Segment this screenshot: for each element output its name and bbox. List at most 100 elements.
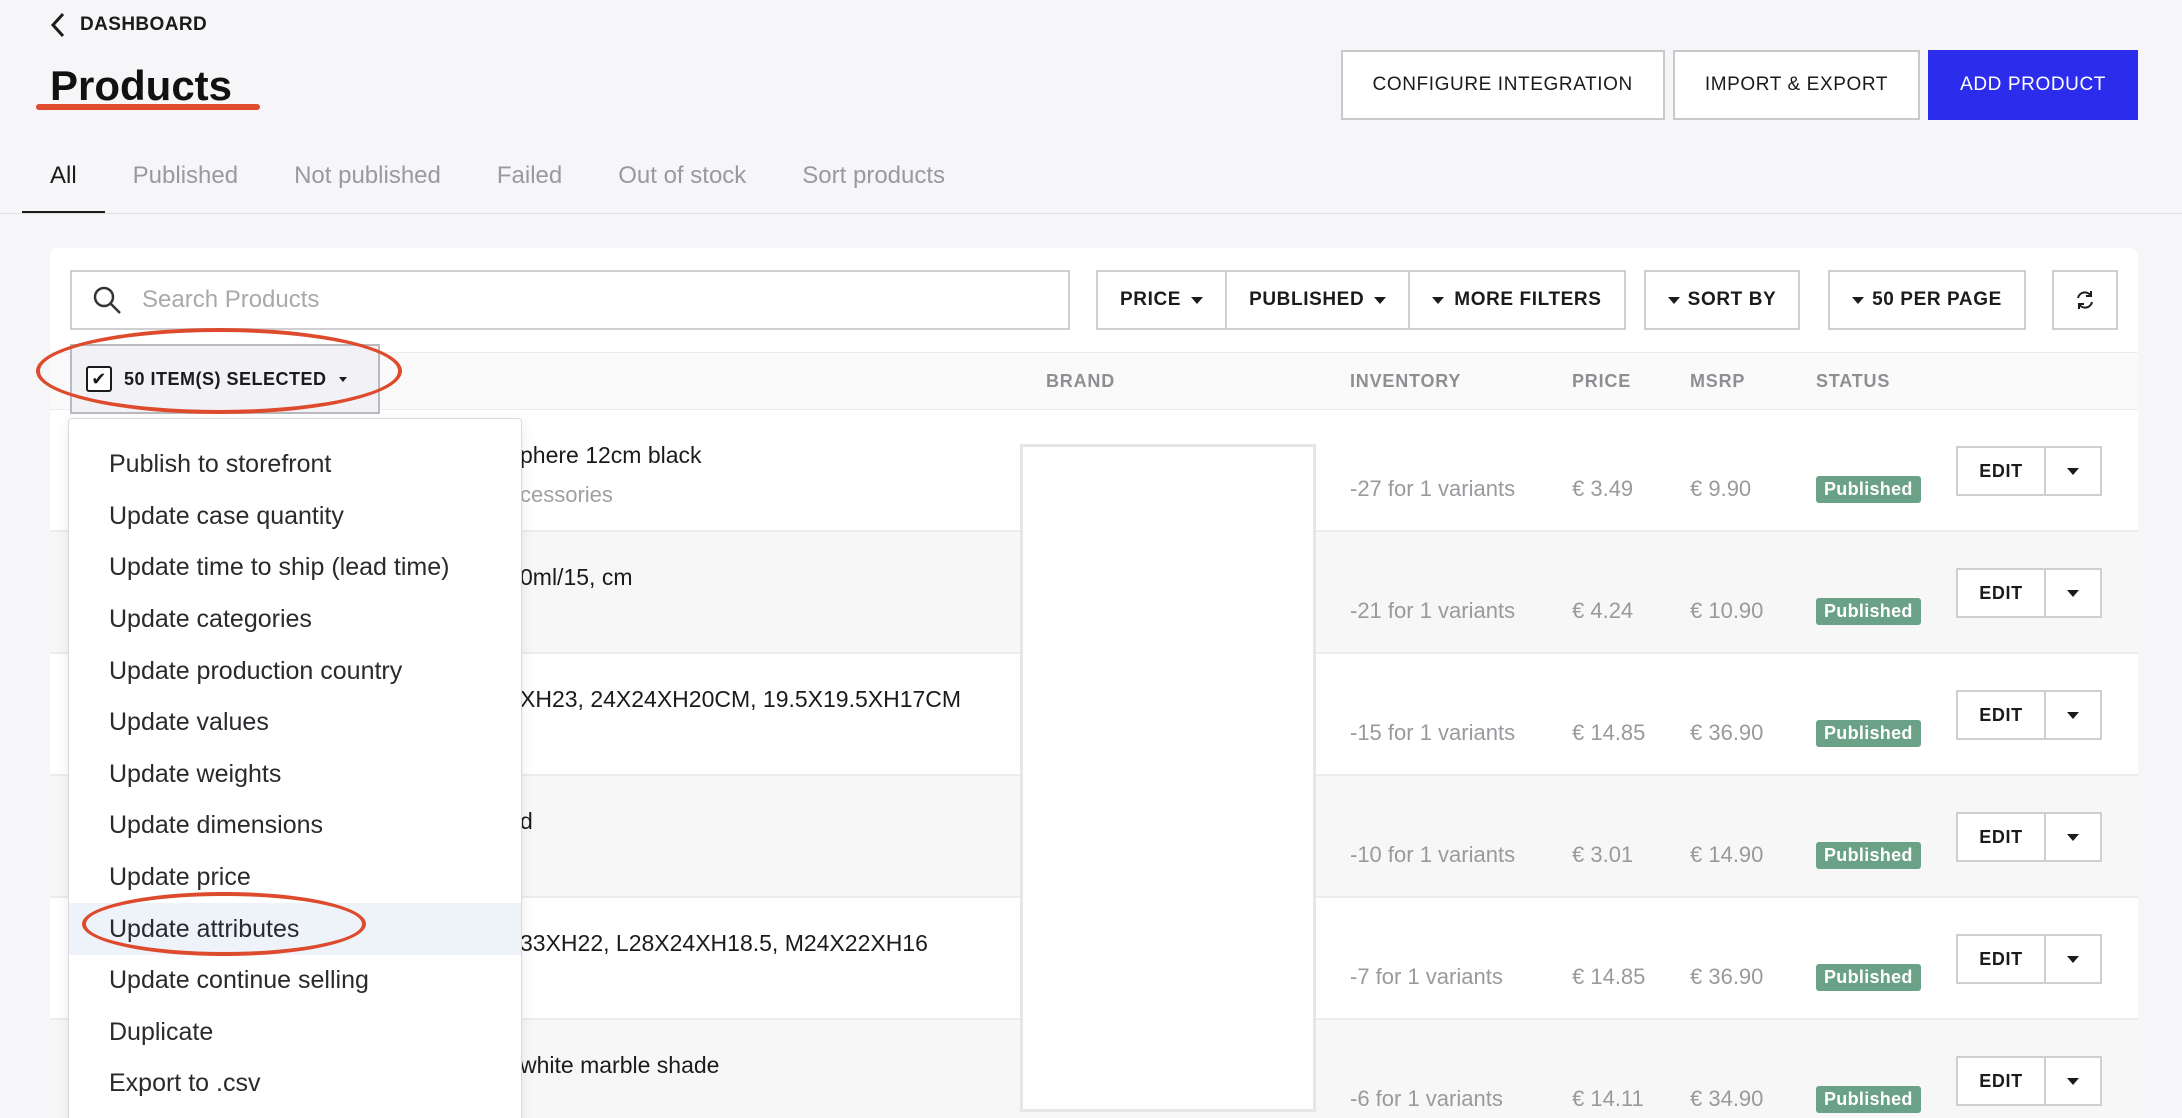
caret-down-icon <box>2067 589 2079 597</box>
sort-by-button[interactable]: SORT BY <box>1644 270 1800 330</box>
product-name: 33XH22, L28X24XH18.5, M24X22XH16 <box>520 930 928 956</box>
caret-down-icon <box>1374 296 1387 304</box>
sort-by-label: SORT BY <box>1687 289 1777 310</box>
menu-item-duplicate[interactable]: Duplicate <box>69 1007 521 1059</box>
page-title: Products <box>50 62 233 109</box>
inventory-value: -10 for 1 variants <box>1350 842 1516 867</box>
menu-item-update-dimensions[interactable]: Update dimensions <box>69 800 521 852</box>
tab-out-of-stock[interactable]: Out of stock <box>618 150 746 214</box>
tab-sort-products[interactable]: Sort products <box>802 150 945 214</box>
refresh-button[interactable] <box>2052 270 2118 330</box>
edit-dropdown-button[interactable] <box>2044 568 2102 618</box>
checkbox-checked-icon[interactable]: ✔ <box>86 366 112 392</box>
bulk-selection-button[interactable]: ✔ 50 ITEM(S) SELECTED <box>70 344 380 414</box>
caret-down-icon <box>1191 296 1204 304</box>
price-filter-button[interactable]: PRICE <box>1098 272 1228 328</box>
edit-button[interactable]: EDIT <box>1956 568 2046 618</box>
inventory-value: -27 for 1 variants <box>1350 476 1516 501</box>
caret-down-icon <box>2067 833 2079 841</box>
menu-item-update-attributes[interactable]: Update attributes <box>69 903 521 955</box>
edit-button[interactable]: EDIT <box>1956 812 2046 862</box>
status-badge: Published <box>1816 964 1921 991</box>
price-value: € 14.11 <box>1572 1086 1644 1111</box>
msrp-value: € 10.90 <box>1690 598 1764 623</box>
caret-down-icon <box>2067 955 2079 963</box>
product-tabs: All Published Not published Failed Out o… <box>22 150 945 214</box>
edit-button[interactable]: EDIT <box>1956 690 2046 740</box>
search-input[interactable] <box>142 286 1002 314</box>
price-value: € 4.24 <box>1572 598 1634 623</box>
menu-item-update-lead-time[interactable]: Update time to ship (lead time) <box>69 542 521 594</box>
per-page-label: 50 PER PAGE <box>1872 289 2002 310</box>
bulk-actions-menu: Publish to storefront Update case quanti… <box>68 418 522 1118</box>
search-icon <box>93 286 121 314</box>
menu-item-update-production-country[interactable]: Update production country <box>69 645 521 697</box>
product-category: cessories <box>520 482 613 507</box>
inventory-value: -21 for 1 variants <box>1350 598 1516 623</box>
caret-down-icon <box>2067 711 2079 719</box>
edit-dropdown-button[interactable] <box>2044 812 2102 862</box>
edit-button[interactable]: EDIT <box>1956 446 2046 496</box>
status-badge: Published <box>1816 476 1921 503</box>
caret-down-icon <box>1852 296 1865 304</box>
msrp-value: € 36.90 <box>1690 964 1764 989</box>
back-to-dashboard-link[interactable]: DASHBOARD <box>50 12 207 38</box>
back-label: DASHBOARD <box>80 14 208 35</box>
chevron-left-icon <box>50 12 65 38</box>
tab-not-published[interactable]: Not published <box>294 150 441 214</box>
menu-item-update-case-quantity[interactable]: Update case quantity <box>69 491 521 543</box>
product-name: phere 12cm black <box>520 442 702 468</box>
product-name: XH23, 24X24XH20CM, 19.5X19.5XH17CM <box>520 686 962 712</box>
import-export-button[interactable]: IMPORT & EXPORT <box>1672 50 1921 120</box>
caret-down-icon <box>2067 1077 2079 1085</box>
menu-item-publish-to-storefront[interactable]: Publish to storefront <box>69 439 521 491</box>
msrp-value: € 14.90 <box>1690 842 1764 867</box>
status-badge: Published <box>1816 842 1921 869</box>
caret-down-icon <box>338 376 347 382</box>
more-filters-label: MORE FILTERS <box>1454 289 1602 310</box>
edit-dropdown-button[interactable] <box>2044 1056 2102 1106</box>
menu-item-update-categories[interactable]: Update categories <box>69 594 521 646</box>
status-badge: Published <box>1816 1086 1921 1113</box>
brand-image-placeholder <box>1020 444 1316 1112</box>
header-actions: CONFIGURE INTEGRATION IMPORT & EXPORT AD… <box>1340 50 2138 120</box>
menu-item-update-values[interactable]: Update values <box>69 697 521 749</box>
inventory-value: -15 for 1 variants <box>1350 720 1516 745</box>
per-page-button[interactable]: 50 PER PAGE <box>1828 270 2026 330</box>
menu-item-update-price[interactable]: Update price <box>69 852 521 904</box>
filter-group: PRICE PUBLISHED MORE FILTERS <box>1096 270 1626 330</box>
edit-button[interactable]: EDIT <box>1956 934 2046 984</box>
tabs-divider <box>0 213 2182 214</box>
annotation-underline <box>36 104 260 110</box>
edit-button[interactable]: EDIT <box>1956 1056 2046 1106</box>
add-product-button[interactable]: ADD PRODUCT <box>1928 50 2138 120</box>
tab-published[interactable]: Published <box>133 150 238 214</box>
caret-down-icon <box>2067 467 2079 475</box>
column-brand: BRAND <box>1046 371 1115 391</box>
edit-dropdown-button[interactable] <box>2044 934 2102 984</box>
refresh-icon <box>2077 291 2093 309</box>
configure-integration-button[interactable]: CONFIGURE INTEGRATION <box>1340 50 1665 120</box>
inventory-value: -6 for 1 variants <box>1350 1086 1503 1111</box>
edit-dropdown-button[interactable] <box>2044 690 2102 740</box>
menu-item-update-continue-selling[interactable]: Update continue selling <box>69 955 521 1007</box>
tab-all[interactable]: All <box>22 150 105 214</box>
search-box <box>70 270 1070 330</box>
status-badge: Published <box>1816 598 1921 625</box>
published-filter-label: PUBLISHED <box>1249 289 1365 310</box>
msrp-value: € 9.90 <box>1690 476 1752 501</box>
tab-failed[interactable]: Failed <box>497 150 562 214</box>
column-status: STATUS <box>1816 371 1891 391</box>
status-badge: Published <box>1816 720 1921 747</box>
caret-down-icon <box>1667 296 1680 304</box>
published-filter-button[interactable]: PUBLISHED <box>1227 272 1411 328</box>
inventory-value: -7 for 1 variants <box>1350 964 1503 989</box>
edit-dropdown-button[interactable] <box>2044 446 2102 496</box>
price-value: € 3.01 <box>1572 842 1634 867</box>
column-inventory: INVENTORY <box>1350 371 1462 391</box>
more-filters-button[interactable]: MORE FILTERS <box>1410 272 1623 328</box>
menu-item-update-weights[interactable]: Update weights <box>69 749 521 801</box>
menu-item-export-csv[interactable]: Export to .csv <box>69 1058 521 1110</box>
column-price: PRICE <box>1572 371 1632 391</box>
price-value: € 3.49 <box>1572 476 1634 501</box>
